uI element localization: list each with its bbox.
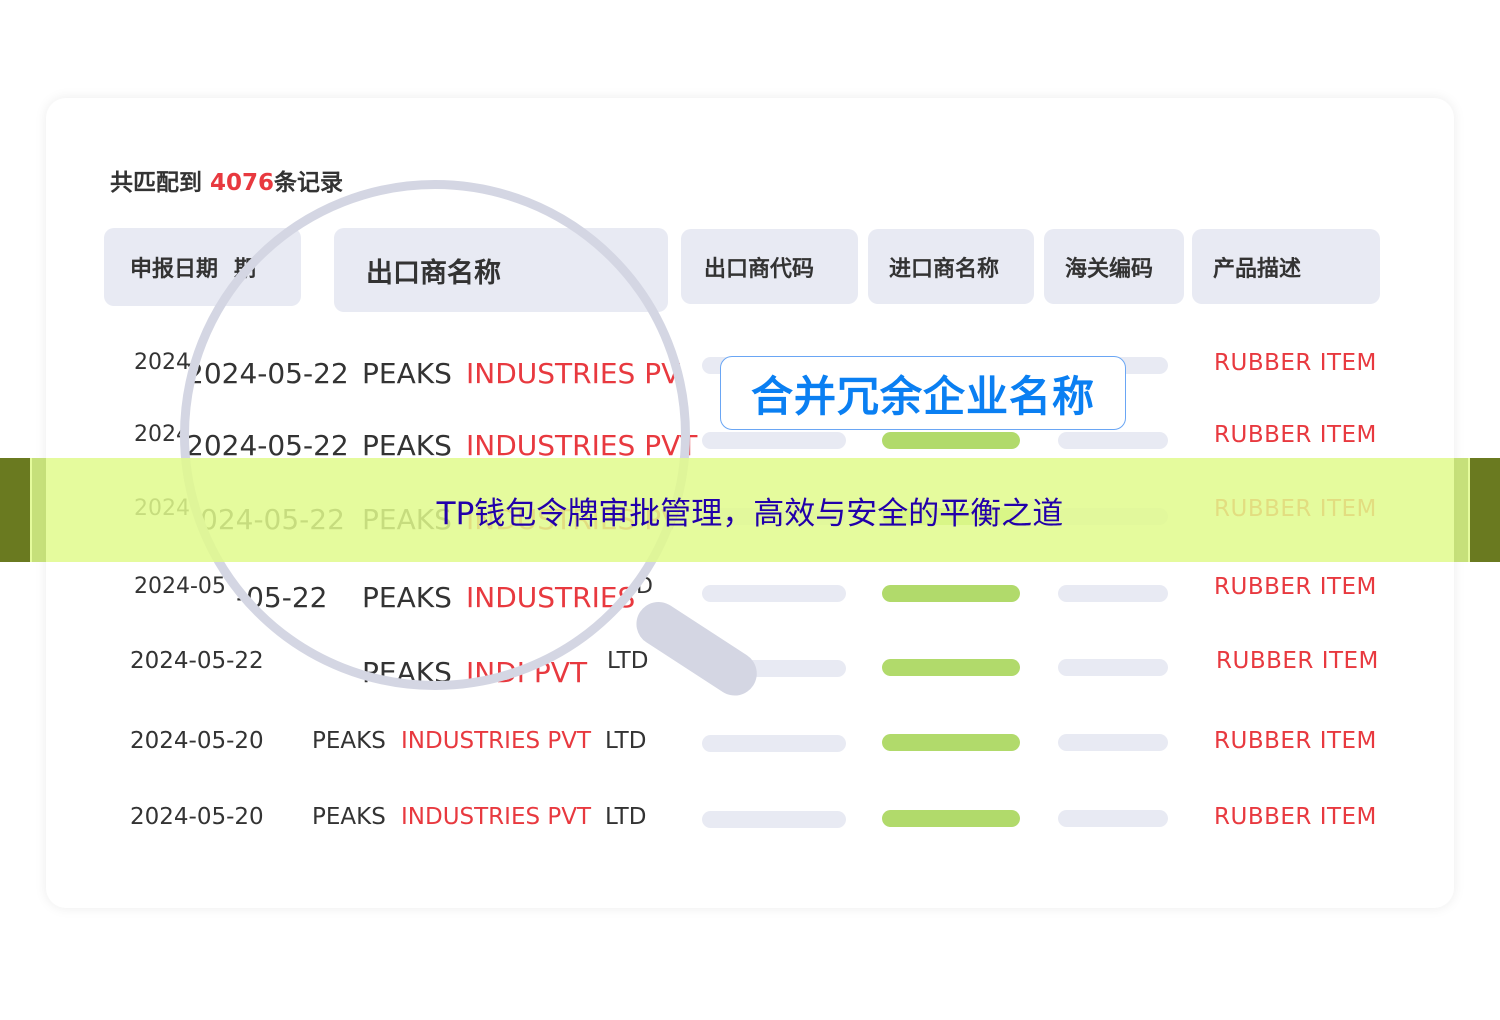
- exporter-name-tail: LTD: [605, 804, 647, 830]
- hs-code-placeholder: [1058, 734, 1168, 751]
- hs-code-placeholder: [1058, 810, 1168, 827]
- summary-suffix: 条记录: [274, 170, 344, 196]
- importer-name-placeholder: [882, 659, 1020, 676]
- hs-code-placeholder: [1058, 432, 1168, 449]
- header-label: 海关编码: [1065, 256, 1154, 282]
- magnifier-lens-icon: [180, 180, 690, 690]
- title-banner: TP钱包令牌审批管理，高效与安全的平衡之道: [0, 458, 1500, 562]
- column-header-hs-code[interactable]: 海关编码: [1044, 229, 1184, 304]
- exporter-code-placeholder: [702, 585, 846, 602]
- exporter-name-highlight: INDUSTRIES PVT: [401, 804, 592, 830]
- header-label: 申报日期: [130, 257, 219, 282]
- column-header-exporter-code[interactable]: 出口商代码: [681, 229, 858, 304]
- importer-name-placeholder: [882, 734, 1020, 751]
- exporter-name-highlight: INDUSTRIES PVT: [401, 728, 592, 754]
- exporter-name-tail: LTD: [607, 648, 649, 674]
- summary-prefix: 共匹配到: [110, 170, 202, 196]
- row-date: 2024-05-22: [130, 648, 264, 674]
- row-date: 2024-05-20: [130, 728, 264, 754]
- hs-code-placeholder: [1058, 585, 1168, 602]
- product-desc: RUBBER ITEM: [1214, 728, 1377, 754]
- exporter-name-part: PEAKS: [312, 728, 386, 754]
- header-label: 产品描述: [1213, 256, 1302, 282]
- row-date: 2024-05-20: [130, 804, 264, 830]
- exporter-code-placeholder: [702, 432, 846, 449]
- exporter-code-placeholder: [702, 735, 846, 752]
- column-header-importer-name[interactable]: 进口商名称: [868, 229, 1034, 304]
- date-ghost: 2024: [134, 350, 190, 375]
- product-desc: RUBBER ITEM: [1214, 574, 1377, 600]
- product-desc: RUBBER ITEM: [1216, 648, 1379, 674]
- date-ghost: 2024-05: [134, 574, 226, 599]
- column-header-product-desc[interactable]: 产品描述: [1192, 229, 1380, 304]
- importer-name-placeholder: [882, 432, 1020, 449]
- hs-code-placeholder: [1058, 659, 1168, 676]
- exporter-code-placeholder: [702, 811, 846, 828]
- importer-name-placeholder: [882, 810, 1020, 827]
- importer-name-placeholder: [882, 585, 1020, 602]
- product-desc: RUBBER ITEM: [1214, 422, 1377, 448]
- banner-title: TP钱包令牌审批管理，高效与安全的平衡之道: [436, 496, 1064, 532]
- header-label: 进口商名称: [889, 256, 1000, 282]
- exporter-name-tail: LTD: [605, 728, 647, 754]
- header-label: 出口商代码: [704, 256, 815, 282]
- exporter-name-part: PEAKS: [312, 804, 386, 830]
- match-summary: 共匹配到 4076条记录: [110, 163, 343, 197]
- merge-names-callout: 合并冗余企业名称: [720, 356, 1126, 430]
- product-desc: RUBBER ITEM: [1214, 350, 1377, 376]
- product-desc: RUBBER ITEM: [1214, 804, 1377, 830]
- match-count: 4076: [210, 170, 275, 196]
